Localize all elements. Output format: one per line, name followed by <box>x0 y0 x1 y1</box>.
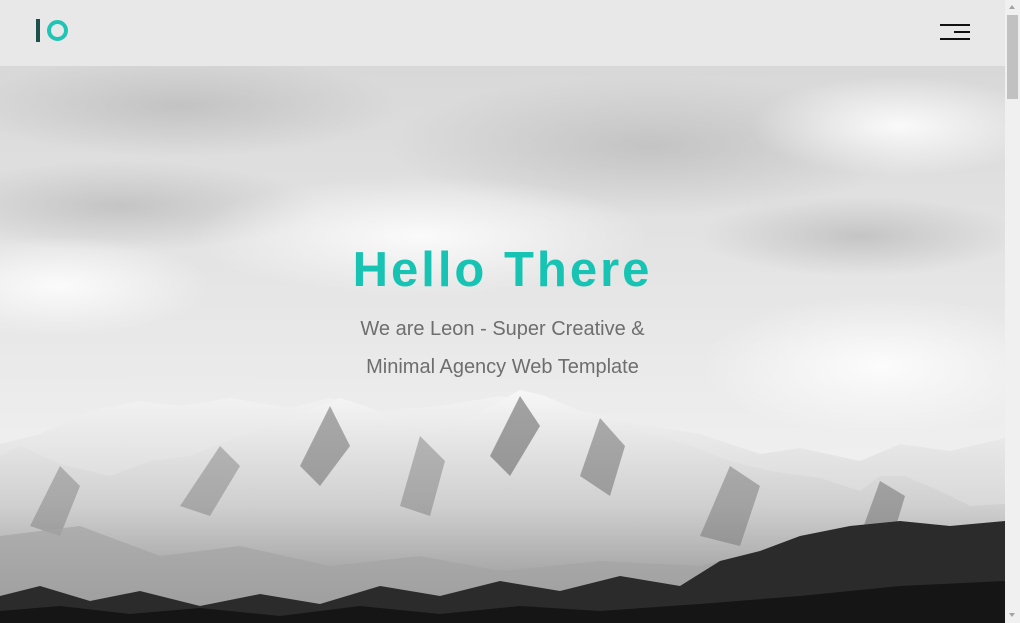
menu-line <box>954 31 970 33</box>
page: Hello There We are Leon - Super Creative… <box>0 0 1005 623</box>
hero-subtitle-line-1: We are Leon - Super Creative & <box>360 318 645 340</box>
logo-bar-shape <box>36 19 40 42</box>
scrollbar-thumb[interactable] <box>1007 15 1018 99</box>
hero-subtitle-line-2: Minimal Agency Web Template <box>366 356 639 378</box>
vertical-scrollbar[interactable] <box>1005 0 1020 623</box>
site-header <box>0 0 1005 66</box>
scroll-down-arrow-icon[interactable] <box>1005 608 1020 623</box>
menu-line <box>940 24 970 26</box>
hamburger-menu-icon[interactable] <box>936 20 972 44</box>
hero-section: Hello There We are Leon - Super Creative… <box>0 66 1005 623</box>
logo[interactable] <box>35 19 71 43</box>
logo-ring-shape <box>47 20 68 41</box>
hero-title: Hello There <box>352 243 653 297</box>
scroll-up-arrow-icon[interactable] <box>1005 0 1020 15</box>
hero-background-image <box>0 66 1005 623</box>
menu-line <box>940 38 970 40</box>
